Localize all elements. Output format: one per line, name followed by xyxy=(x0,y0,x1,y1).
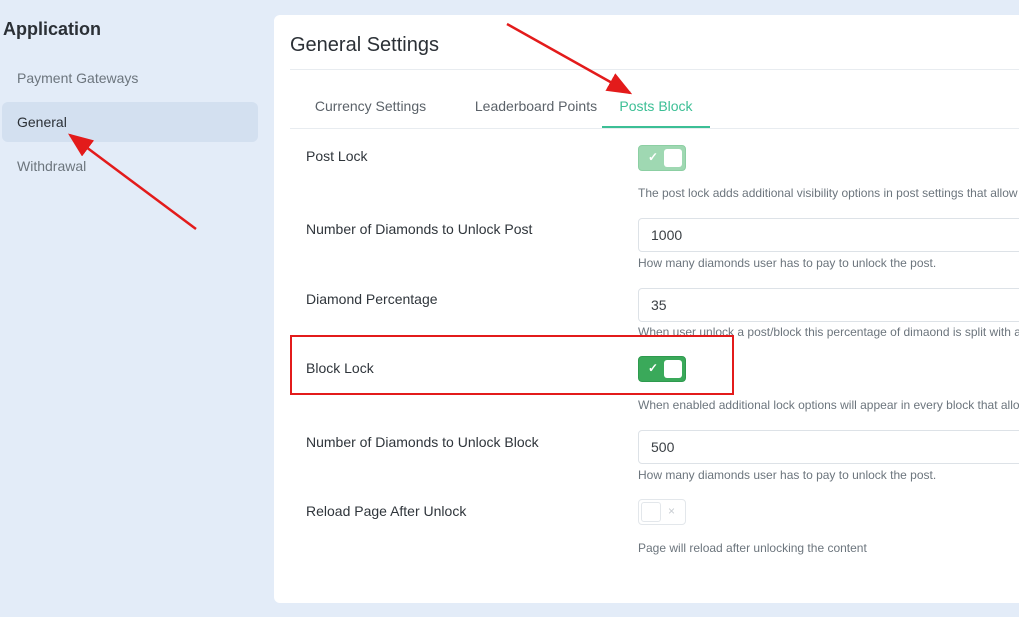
diamonds-post-input[interactable]: 1000 xyxy=(638,218,1019,252)
block-lock-help: When enabled additional lock options wil… xyxy=(638,398,1019,412)
toggle-knob xyxy=(641,502,661,522)
reload-page-help: Page will reload after unlocking the con… xyxy=(638,541,867,555)
page-title: General Settings xyxy=(290,34,439,56)
check-icon: ✓ xyxy=(648,361,659,375)
x-icon: × xyxy=(668,504,676,518)
reload-page-label: Reload Page After Unlock xyxy=(306,503,467,519)
reload-page-toggle[interactable]: × xyxy=(638,499,686,525)
sidebar-item-withdrawal[interactable]: Withdrawal xyxy=(2,146,258,186)
diamonds-block-help: How many diamonds user has to pay to unl… xyxy=(638,468,937,482)
settings-card: General Settings Currency Settings Leade… xyxy=(274,15,1019,603)
tabs-divider xyxy=(290,128,1019,129)
sidebar-title: Application xyxy=(3,19,101,39)
tab-leaderboard-points[interactable]: Leaderboard Points xyxy=(450,92,622,128)
post-lock-label: Post Lock xyxy=(306,148,368,164)
sidebar-item-payment-gateways[interactable]: Payment Gateways xyxy=(2,58,258,98)
settings-tabs: Currency Settings Leaderboard Points Pos… xyxy=(290,92,1019,128)
diamonds-post-help: How many diamonds user has to pay to unl… xyxy=(638,256,937,270)
tab-currency-settings[interactable]: Currency Settings xyxy=(298,92,443,128)
diamonds-block-input[interactable]: 500 xyxy=(638,430,1019,464)
check-icon: ✓ xyxy=(648,150,659,164)
diamond-percentage-label: Diamond Percentage xyxy=(306,291,438,307)
toggle-knob xyxy=(664,149,682,167)
diamond-percentage-help: When user unlock a post/block this perce… xyxy=(638,325,1019,339)
diamonds-post-label: Number of Diamonds to Unlock Post xyxy=(306,221,533,237)
post-lock-toggle[interactable]: ✓ xyxy=(638,145,686,171)
post-lock-help: The post lock adds additional visibility… xyxy=(638,186,1018,200)
tab-posts-block[interactable]: Posts Block xyxy=(602,92,710,128)
title-divider xyxy=(290,69,1019,70)
settings-sidebar: Application Payment Gateways General Wit… xyxy=(0,0,270,617)
diamond-percentage-input[interactable]: 35 xyxy=(638,288,1019,322)
block-lock-toggle[interactable]: ✓ xyxy=(638,356,686,382)
sidebar-item-general[interactable]: General xyxy=(2,102,258,142)
toggle-knob xyxy=(664,360,682,378)
diamonds-block-label: Number of Diamonds to Unlock Block xyxy=(306,434,539,450)
block-lock-label: Block Lock xyxy=(306,360,374,376)
